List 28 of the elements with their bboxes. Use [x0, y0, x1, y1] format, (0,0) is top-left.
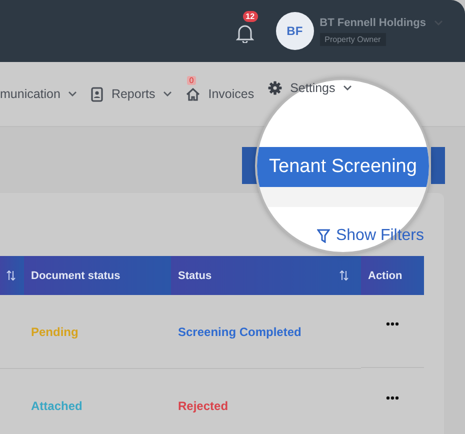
chevron-down-icon [434, 20, 443, 26]
more-icon[interactable] [386, 322, 399, 326]
notification-badge: 12 [242, 10, 258, 22]
settings-icon [268, 81, 282, 95]
home-icon [186, 88, 200, 100]
column-header: Document status [30, 270, 120, 282]
button-edge [431, 147, 445, 184]
user-name[interactable]: BT Fennell Holdings [320, 16, 426, 28]
document-status-text: Attached [31, 398, 82, 412]
status-text: Screening Completed [178, 324, 302, 338]
nav-item[interactable]: munication [0, 87, 78, 101]
button-edge [242, 147, 257, 184]
sort-icon[interactable] [6, 270, 16, 281]
user-avatar[interactable]: BF [276, 12, 314, 50]
tenant-screening-button[interactable]: Tenant Screening [257, 147, 429, 187]
sort-icon[interactable] [339, 270, 349, 281]
filter-icon[interactable] [316, 228, 330, 242]
show-filters-link[interactable]: Show Filters [336, 226, 424, 244]
status-text: Rejected [178, 398, 228, 412]
contact-card-icon [91, 86, 104, 102]
user-role: Property Owner [320, 32, 386, 46]
count-badge: 0 [187, 76, 196, 85]
document-status-text: Pending [31, 324, 78, 338]
column-header: Status [177, 270, 212, 282]
nav-item[interactable]: Reports [91, 86, 172, 102]
more-icon[interactable] [386, 396, 399, 400]
bell-icon[interactable] [236, 22, 254, 42]
column-header: Action [367, 270, 402, 282]
